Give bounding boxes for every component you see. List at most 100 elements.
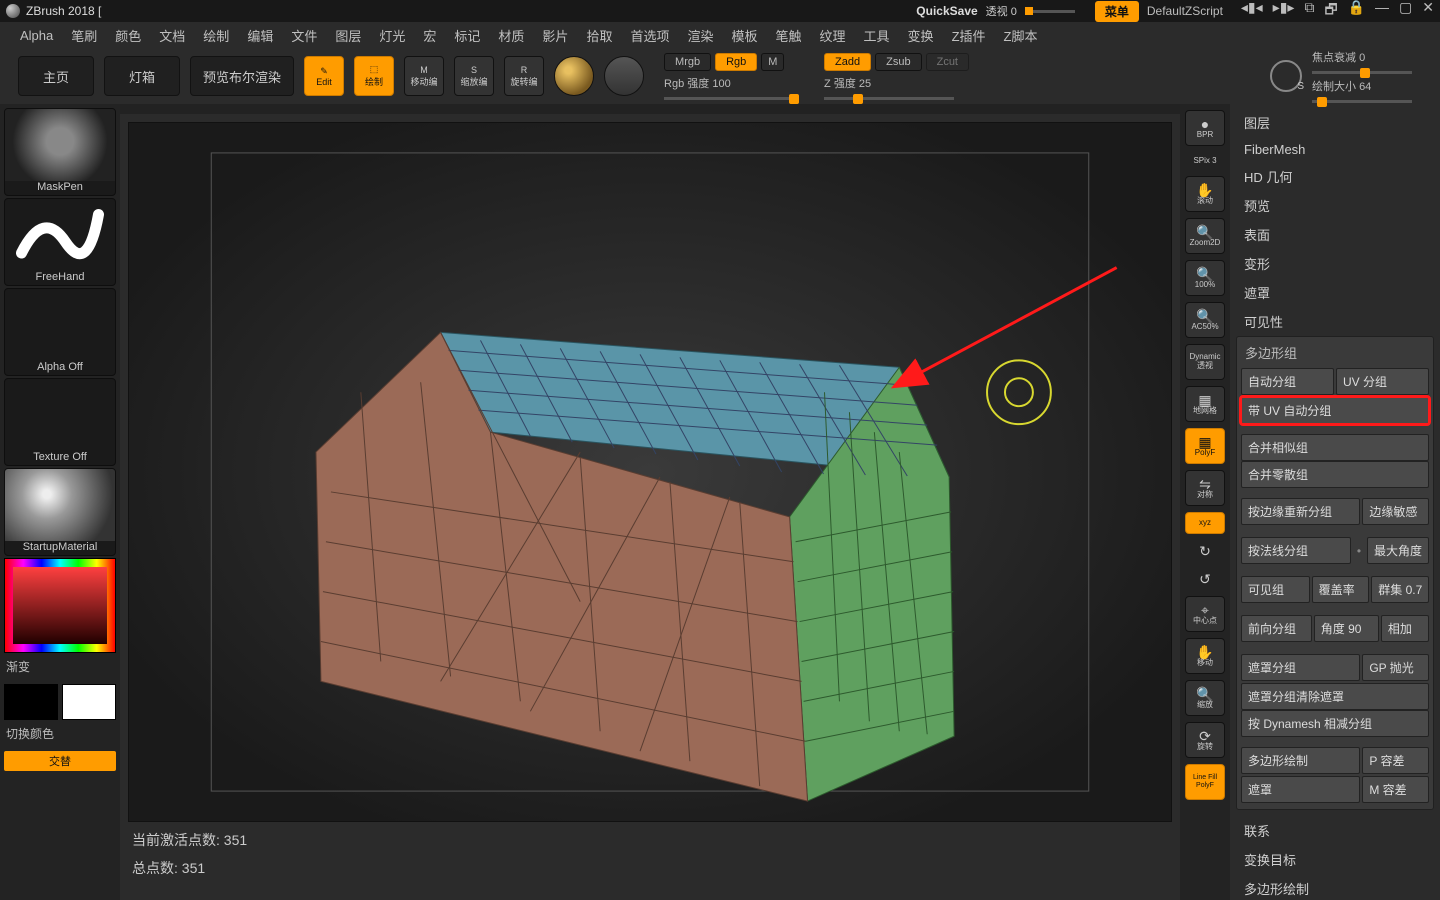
menu-zscript[interactable]: Z脚本: [1004, 26, 1038, 45]
scale-gizmo-button[interactable]: S 缩放编: [454, 56, 494, 96]
menu-stroke[interactable]: 笔触: [776, 26, 802, 45]
texture-slot[interactable]: Texture Off: [4, 378, 116, 466]
default-zscript-button[interactable]: DefaultZScript: [1147, 4, 1223, 18]
merge-stray-button[interactable]: 合并零散组: [1241, 461, 1429, 488]
rotate-gizmo-button[interactable]: R 旋转编: [504, 56, 544, 96]
focal-shift-slider[interactable]: [1312, 71, 1412, 74]
close-icon[interactable]: ✕: [1422, 0, 1434, 23]
maximize-icon[interactable]: ▢: [1399, 0, 1412, 23]
menu-material[interactable]: 材质: [498, 26, 524, 45]
menu-zplugin[interactable]: Z插件: [952, 26, 986, 45]
brush-slot[interactable]: MaskPen: [4, 108, 116, 196]
edge-soft-slider[interactable]: 边缘敏感: [1362, 498, 1429, 525]
material-sphere-b[interactable]: [604, 56, 644, 96]
angle-slider[interactable]: 角度 90: [1314, 615, 1379, 642]
rotate-x-button[interactable]: ↻: [1185, 540, 1225, 562]
actual-size-button[interactable]: 🔍100%: [1185, 260, 1225, 296]
rp-layer[interactable]: 图层: [1236, 108, 1434, 137]
minimize-icon[interactable]: —: [1375, 0, 1389, 23]
group-masked-button[interactable]: 遮罩分组: [1241, 654, 1360, 681]
menu-macro[interactable]: 宏: [423, 26, 436, 45]
zcut-toggle[interactable]: Zcut: [926, 53, 969, 71]
zadd-toggle[interactable]: Zadd: [824, 53, 871, 71]
linefill-button[interactable]: Line Fill PolyF: [1185, 764, 1225, 800]
primary-color-swatch[interactable]: [4, 684, 58, 720]
rgb-intensity-slider[interactable]: [664, 97, 794, 100]
window-stack-icon[interactable]: 🗗: [1324, 0, 1337, 23]
auto-groups-button[interactable]: 自动分组: [1241, 368, 1334, 395]
edit-mode-button[interactable]: ✎ Edit: [304, 56, 344, 96]
menu-movie[interactable]: 影片: [542, 26, 568, 45]
menu-prefs[interactable]: 首选项: [630, 26, 669, 45]
menu-doc[interactable]: 文档: [159, 26, 185, 45]
rp-visibility[interactable]: 可见性: [1236, 307, 1434, 336]
alternate-button[interactable]: 交替: [4, 751, 116, 771]
rp-surface[interactable]: 表面: [1236, 220, 1434, 249]
m-toggle[interactable]: M: [761, 53, 784, 71]
menu-marker[interactable]: 标记: [454, 26, 480, 45]
gp-polish-slider[interactable]: GP 抛光: [1362, 654, 1429, 681]
floor-grid-button[interactable]: ▦地网格: [1185, 386, 1225, 422]
group-by-edge-button[interactable]: 按边缘重新分组: [1241, 498, 1360, 525]
zoom2d-button[interactable]: 🔍Zoom2D: [1185, 218, 1225, 254]
rp-polypaint[interactable]: 多边形绘制: [1236, 874, 1434, 900]
menu-file[interactable]: 文件: [291, 26, 317, 45]
menu-brush[interactable]: 笔刷: [71, 26, 97, 45]
rp-fibermesh[interactable]: FiberMesh: [1236, 137, 1434, 162]
p-tolerance-slider[interactable]: P 容差: [1362, 747, 1429, 774]
from-polypaint-button[interactable]: 多边形绘制: [1241, 747, 1360, 774]
add-toggle[interactable]: 相加: [1381, 615, 1429, 642]
alpha-slot[interactable]: Alpha Off: [4, 288, 116, 376]
seek-next-icon[interactable]: ▸▮▸: [1273, 0, 1295, 23]
menu-color[interactable]: 颜色: [115, 26, 141, 45]
from-masking-button[interactable]: 遮罩: [1241, 776, 1360, 803]
group-by-normals-button[interactable]: 按法线分组: [1241, 537, 1351, 564]
rp-hdgeo[interactable]: HD 几何: [1236, 162, 1434, 191]
live-boolean-button[interactable]: 预览布尔渲染: [190, 56, 294, 96]
symmetry-button[interactable]: ⇋对称: [1185, 470, 1225, 506]
nav-zoom-button[interactable]: 🔍缩放: [1185, 680, 1225, 716]
material-slot[interactable]: StartupMaterial: [4, 468, 116, 556]
rp-contact[interactable]: 联系: [1236, 816, 1434, 845]
rp-mask[interactable]: 遮罩: [1236, 278, 1434, 307]
quicksave-button[interactable]: QuickSave: [916, 4, 977, 18]
rgb-toggle[interactable]: Rgb: [715, 53, 757, 71]
polyframe-button[interactable]: ▦PolyF: [1185, 428, 1225, 464]
persp-button[interactable]: Dynamic 透视: [1185, 344, 1225, 380]
color-picker[interactable]: [4, 558, 116, 653]
rp-morph[interactable]: 变换目标: [1236, 845, 1434, 874]
nav-rotate-button[interactable]: ⟳旋转: [1185, 722, 1225, 758]
m-tolerance-slider[interactable]: M 容差: [1362, 776, 1429, 803]
menu-stencil[interactable]: 模板: [731, 26, 757, 45]
secondary-color-swatch[interactable]: [62, 684, 116, 720]
rp-preview[interactable]: 预览: [1236, 191, 1434, 220]
scroll-button[interactable]: ✋滚动: [1185, 176, 1225, 212]
material-sphere-a[interactable]: [554, 56, 594, 96]
auto-groups-with-uv-button[interactable]: 带 UV 自动分组: [1241, 397, 1429, 424]
menu-draw[interactable]: 绘制: [203, 26, 229, 45]
z-intensity-slider[interactable]: [824, 97, 954, 100]
menu-texture[interactable]: 纹理: [820, 26, 846, 45]
lightbox-button[interactable]: 灯箱: [104, 56, 180, 96]
menu-button[interactable]: 菜单: [1095, 1, 1139, 22]
bpr-button[interactable]: ●BPR: [1185, 110, 1225, 146]
group-front-button[interactable]: 前向分组: [1241, 615, 1312, 642]
frame-button[interactable]: ⌖中心点: [1185, 596, 1225, 632]
window-copy-icon[interactable]: ⧉: [1304, 0, 1314, 23]
move-gizmo-button[interactable]: M 移动编: [404, 56, 444, 96]
menu-edit[interactable]: 编辑: [247, 26, 273, 45]
menu-alpha[interactable]: Alpha: [20, 28, 53, 43]
draw-size-slider[interactable]: [1312, 100, 1412, 103]
seek-prev-icon[interactable]: ◂▮◂: [1241, 0, 1263, 23]
viewport[interactable]: [128, 122, 1172, 822]
group-visible-button[interactable]: 可见组: [1241, 576, 1310, 603]
group-by-dynamesh-sub-button[interactable]: 按 Dynamesh 相减分组: [1241, 710, 1429, 737]
coverage-slider[interactable]: 覆盖率: [1312, 576, 1370, 603]
menu-tool[interactable]: 工具: [864, 26, 890, 45]
stroke-slot[interactable]: FreeHand: [4, 198, 116, 286]
menu-transform[interactable]: 变换: [908, 26, 934, 45]
mrgb-toggle[interactable]: Mrgb: [664, 53, 711, 71]
lock-icon[interactable]: 🔒: [1348, 0, 1365, 23]
max-angle-slider[interactable]: 最大角度: [1367, 537, 1429, 564]
rotate-y-button[interactable]: ↺: [1185, 568, 1225, 590]
